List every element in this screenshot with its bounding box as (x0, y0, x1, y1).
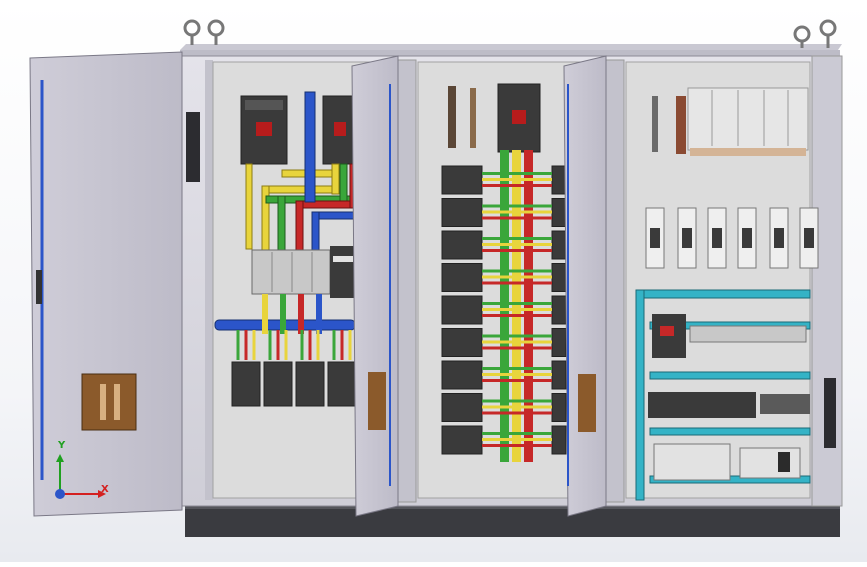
fuse-holder (769, 207, 789, 269)
cable-gland-plate (186, 112, 200, 182)
cabinet-door-middle-left[interactable] (351, 55, 399, 517)
fuse-holder (707, 207, 727, 269)
fuse-block (687, 87, 809, 156)
control-module (648, 314, 810, 481)
lifting-eye-icon (183, 19, 837, 48)
cabinet-door-middle-right[interactable] (563, 55, 607, 517)
fuse-holder (677, 207, 697, 269)
fuse-holder (645, 207, 665, 269)
transfer-switch (251, 246, 356, 298)
axis-x-label: X (101, 484, 109, 495)
axis-y-label: Y (58, 440, 66, 451)
vertical-busbar (500, 150, 533, 462)
fuse-holder (737, 207, 757, 269)
cabinet-door-left[interactable] (29, 51, 183, 517)
cad-viewport[interactable]: X Y (0, 0, 867, 562)
incomer-breaker (497, 83, 541, 153)
cabinet-plinth (185, 505, 840, 537)
fuse-holder (799, 207, 819, 269)
